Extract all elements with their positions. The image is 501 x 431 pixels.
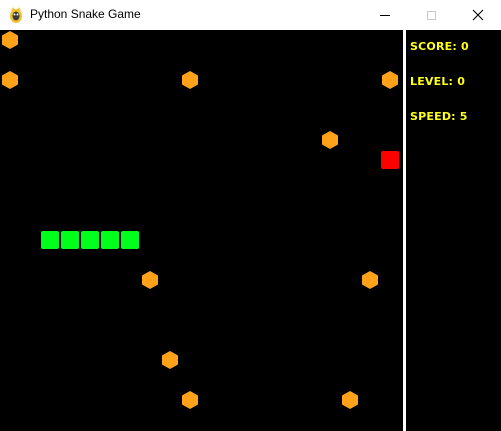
title-bar[interactable]: Python Snake Game [0, 0, 501, 30]
snake-segment [101, 231, 119, 249]
snake-segment [121, 231, 139, 249]
minimize-button[interactable] [362, 0, 408, 30]
game-window[interactable]: SCORE: 0 LEVEL: 0 SPEED: 5 [0, 30, 501, 431]
close-icon [472, 9, 484, 21]
hexagon-obstacle-icon [2, 71, 18, 89]
snake-segment [61, 231, 79, 249]
hexagon-obstacle-icon [182, 391, 198, 409]
hexagon-obstacle-icon [162, 351, 178, 369]
speed-label: SPEED: 5 [410, 110, 468, 123]
maximize-button[interactable] [408, 0, 454, 30]
hexagon-obstacle-icon [182, 71, 198, 89]
window-title: Python Snake Game [30, 7, 141, 21]
hexagon-obstacle-icon [362, 271, 378, 289]
food-item [381, 151, 399, 169]
hexagon-obstacle-icon [342, 391, 358, 409]
close-button[interactable] [455, 0, 501, 30]
hexagon-obstacle-icon [382, 71, 398, 89]
score-label: SCORE: 0 [410, 40, 469, 53]
snake-segment [81, 231, 99, 249]
hud-panel: SCORE: 0 LEVEL: 0 SPEED: 5 [406, 30, 501, 431]
pygame-snake-icon [10, 7, 22, 23]
level-label: LEVEL: 0 [410, 75, 466, 88]
snake-segment [41, 231, 59, 249]
hexagon-obstacle-icon [142, 271, 158, 289]
minimize-icon [380, 14, 390, 16]
hexagon-obstacle-icon [2, 31, 18, 49]
game-board[interactable] [0, 30, 400, 431]
hexagon-obstacle-icon [322, 131, 338, 149]
maximize-icon [426, 10, 436, 20]
